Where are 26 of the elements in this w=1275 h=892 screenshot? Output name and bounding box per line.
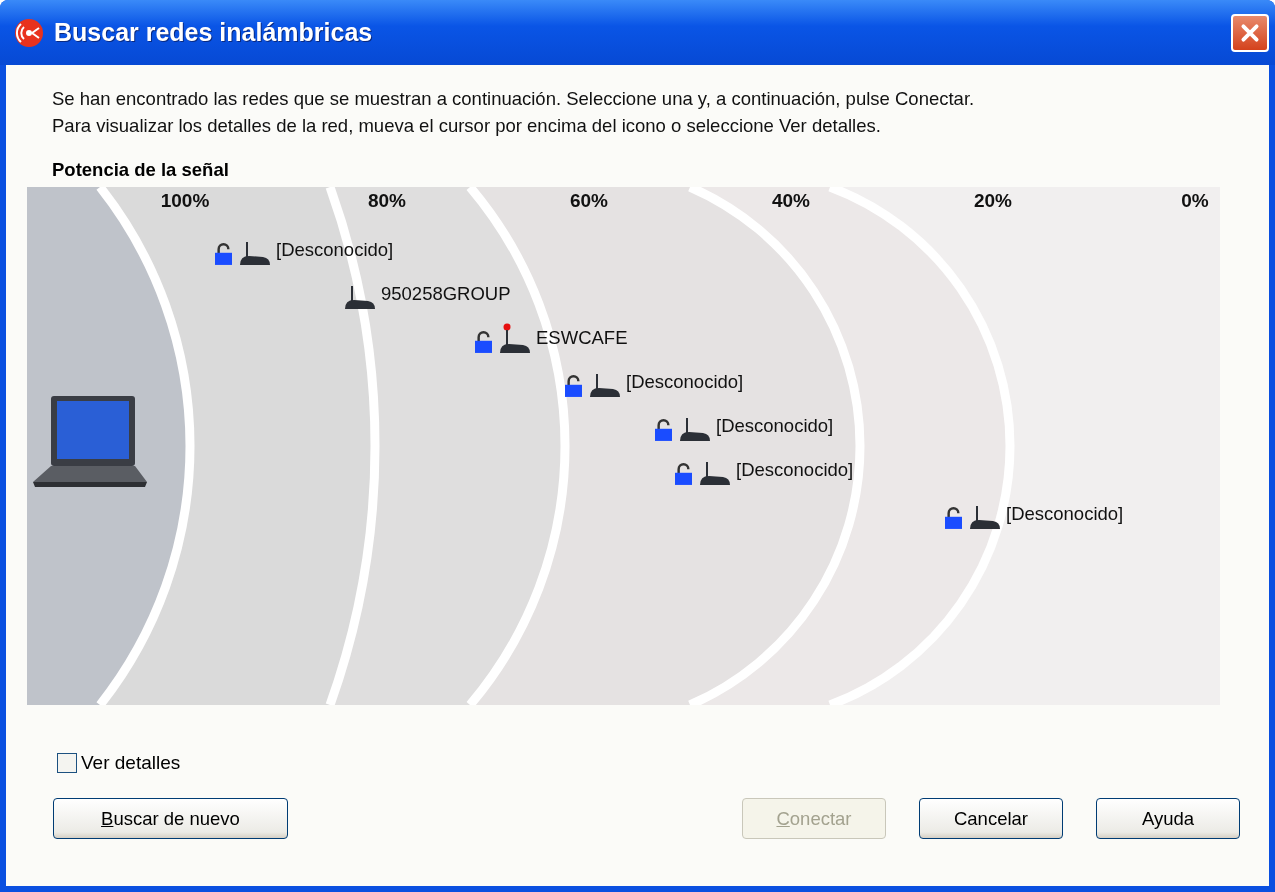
close-button[interactable] [1231,13,1269,52]
router-icon[interactable] [497,323,531,353]
network-name[interactable]: [Desconocido] [626,371,744,393]
percent-label: 20% [974,190,1012,212]
network-name[interactable]: ESWCAFE [536,327,628,349]
percent-label: 0% [1181,190,1209,212]
percent-label: 40% [772,190,810,212]
instruction-text: Se han encontrado las redes que se muestran a continuación. Seleccione una y, a continuación, pulse Conectar. [52,87,976,111]
network-name[interactable]: [Desconocido] [1006,503,1124,525]
wireless-icon [14,17,44,48]
percent-label: 80% [368,190,406,212]
instruction-text: Para visualizar los detalles de la red, mueva el cursor por encima del icono o seleccione Ver detalles. [52,114,882,138]
dialog-button[interactable]: Ayuda [1096,798,1240,839]
dialog-button[interactable]: Cancelar [919,798,1063,839]
percent-label: 100% [160,190,210,212]
network-name[interactable]: 950258GROUP [381,283,511,305]
close-icon [1239,21,1261,44]
network-name[interactable]: [Desconocido] [736,459,854,481]
checkbox-label: Ver detalles [81,752,181,774]
window-title: Buscar redes inalámbricas [54,18,374,47]
checkbox[interactable] [57,753,77,773]
network-name[interactable]: [Desconocido] [716,415,834,437]
network-name[interactable]: [Desconocido] [276,239,394,261]
percent-label: 60% [570,190,608,212]
section-heading: Potencia de la señal [52,159,230,181]
search-again-button[interactable]: Buscar de nuevo [53,798,288,839]
